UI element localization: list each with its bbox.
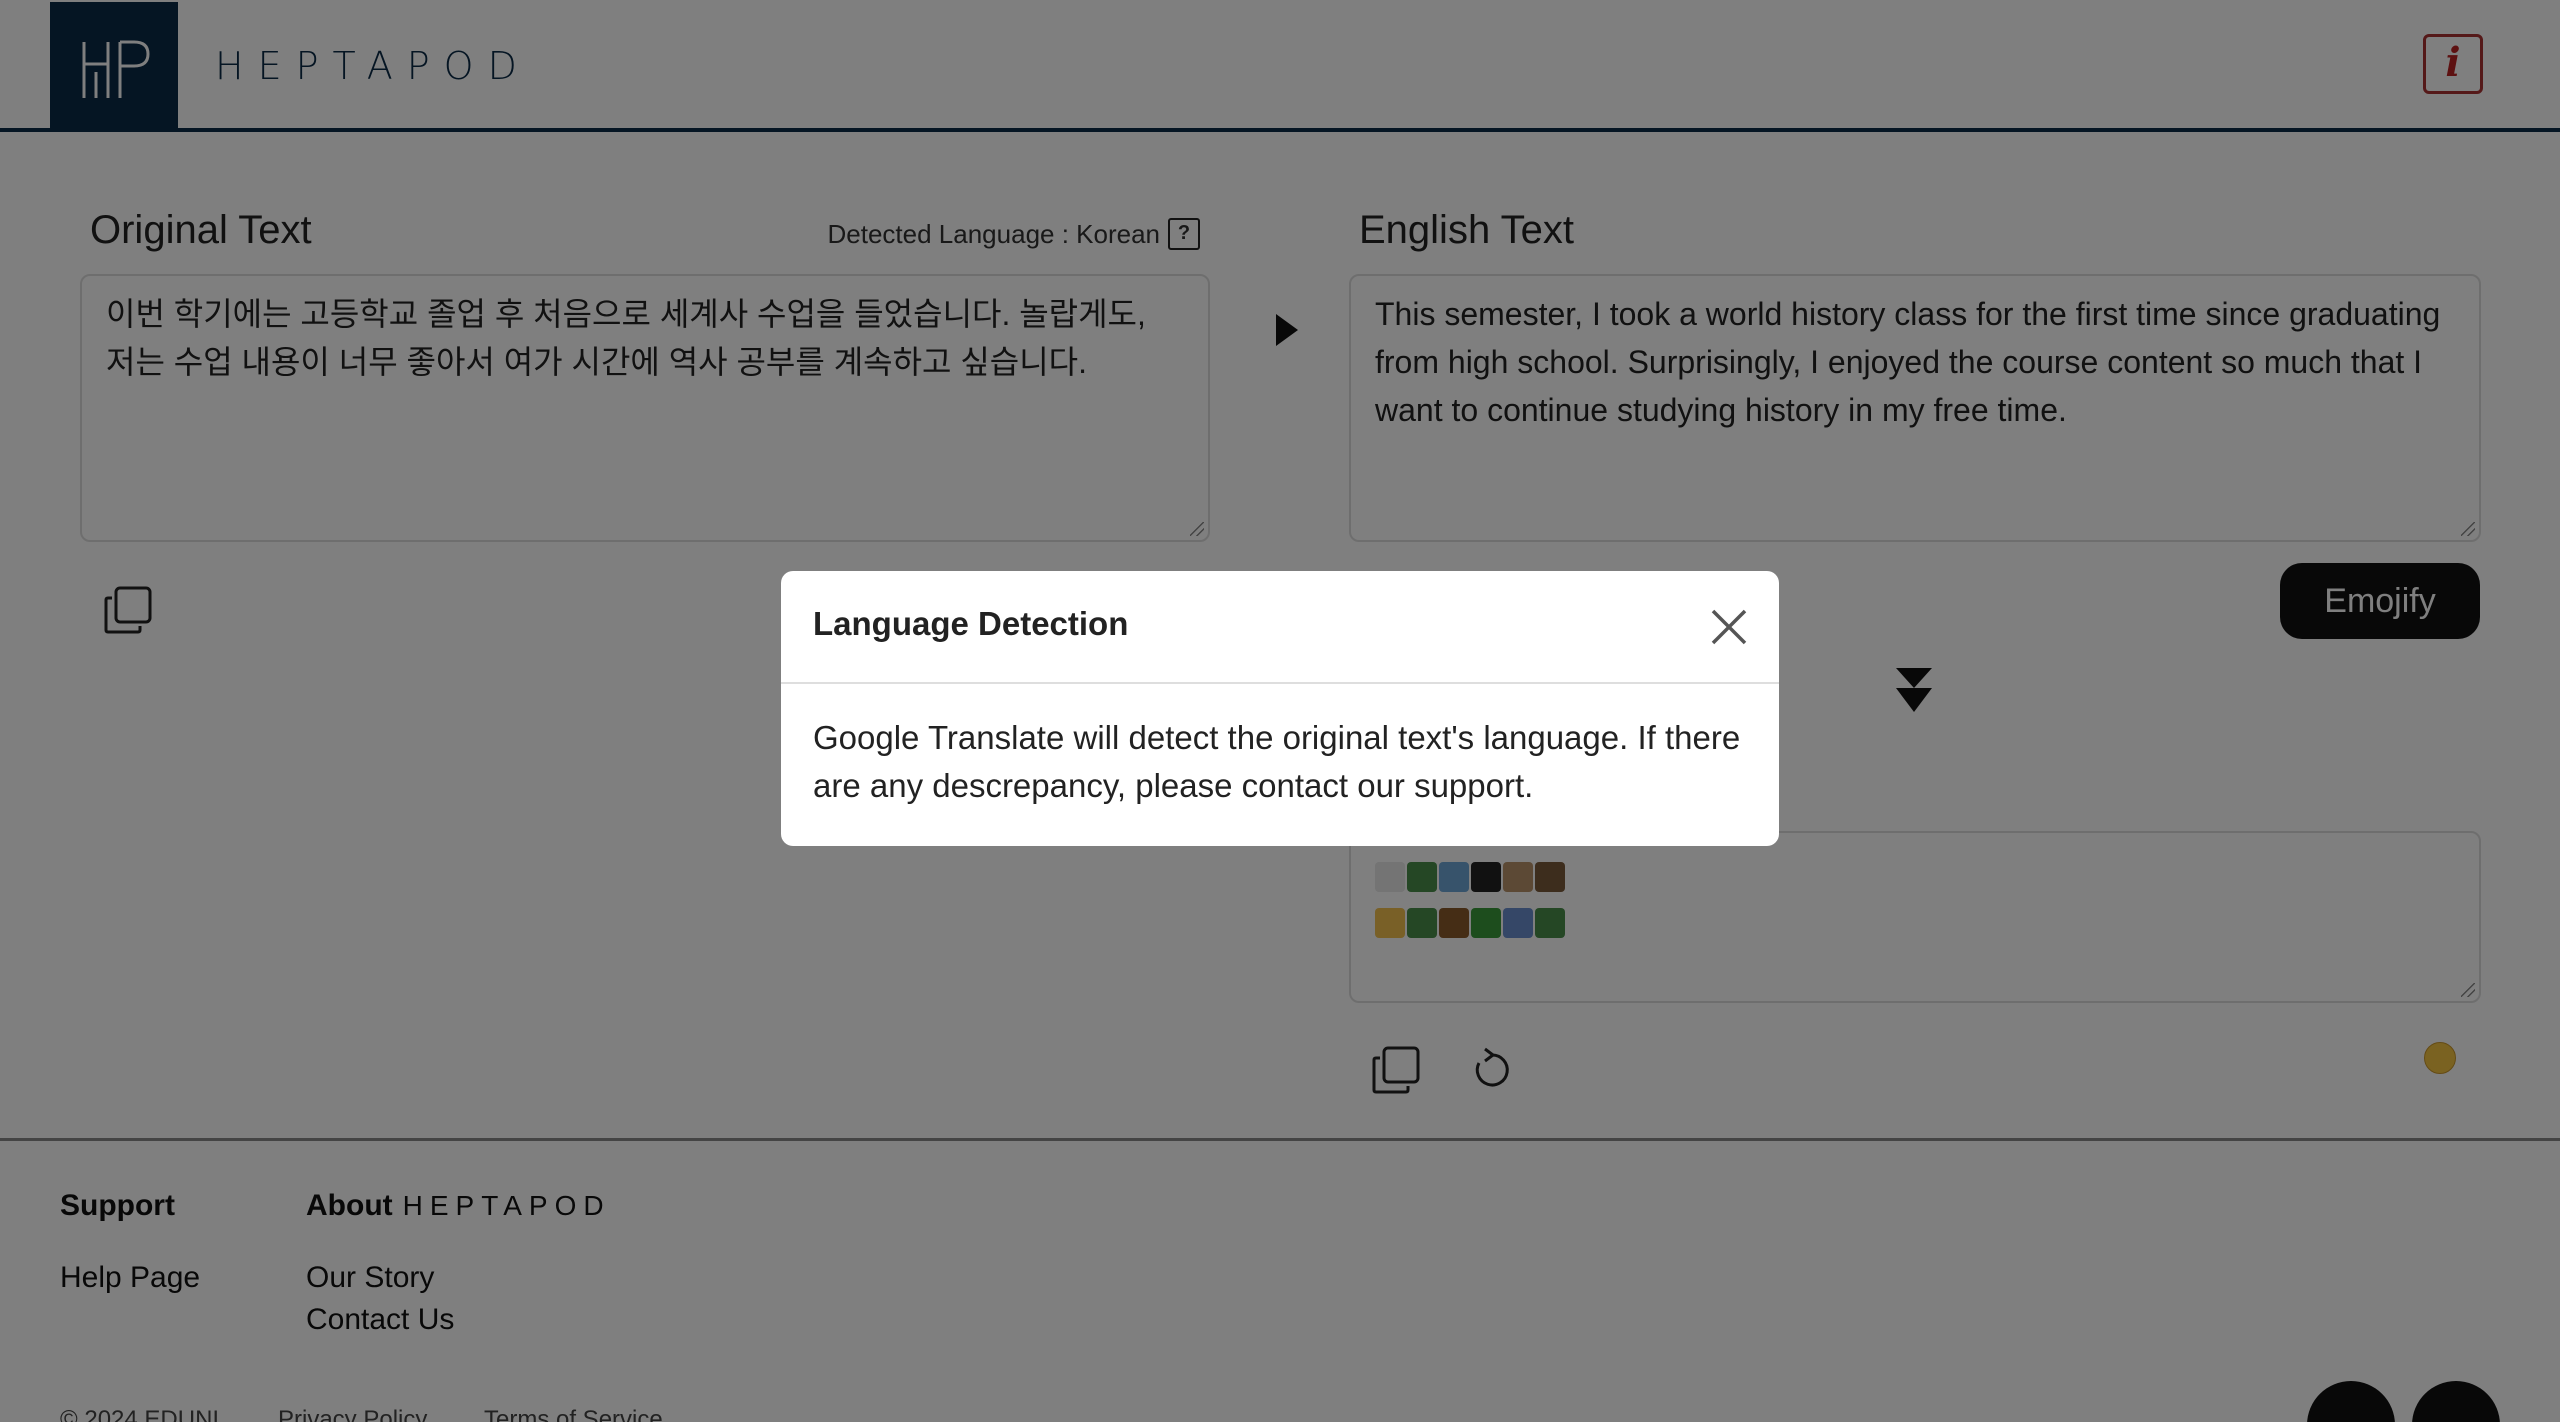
modal-body: Google Translate will detect the origina… [813,719,1741,804]
page: HEPTAPOD i Original Text Detected Langua… [0,0,2560,1422]
modal-title: Language Detection [813,605,1129,642]
modal-header: Language Detection [781,571,1779,684]
language-detection-modal: Language Detection Google Translate will… [781,571,1779,846]
close-icon[interactable] [1707,605,1751,649]
